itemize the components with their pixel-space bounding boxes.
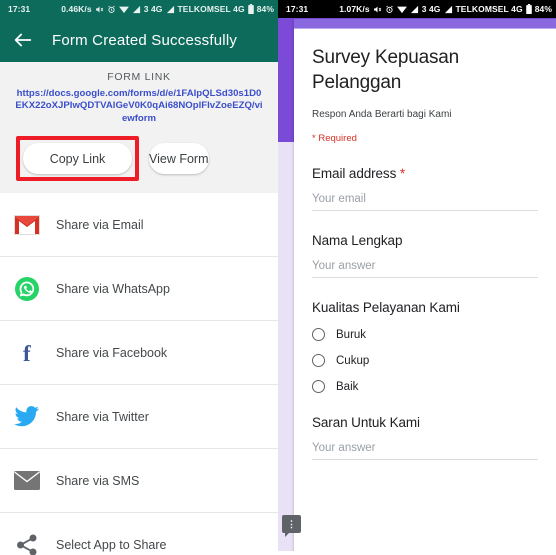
- radio-circle-icon: [312, 354, 325, 367]
- signal-icon-2: [444, 5, 453, 14]
- wifi-icon: [118, 5, 129, 14]
- required-note: * Required: [312, 133, 357, 144]
- question-label: Kualitas Pelayanan Kami: [312, 300, 460, 315]
- question-saran: Saran Untuk Kami Your answer: [312, 415, 538, 460]
- form-subtitle: Respon Anda Berarti bagi Kami: [312, 109, 452, 120]
- right-phone-screen: 17:31 1.07K/s 3 4G TELKOMSEL 4G 84% Surv…: [278, 0, 556, 555]
- page-title: Form Created Successfully: [52, 31, 238, 49]
- right-status-bar: 17:31 1.07K/s 3 4G TELKOMSEL 4G 84%: [278, 0, 556, 18]
- question-label-text: Email address: [312, 166, 397, 181]
- facebook-icon: f: [12, 338, 42, 368]
- question-label: Nama Lengkap: [312, 233, 403, 248]
- copy-link-button[interactable]: Copy Link: [23, 143, 132, 175]
- share-item-label: Share via SMS: [56, 473, 140, 488]
- feedback-dots: ⋮: [287, 518, 296, 529]
- question-email: Email address * Your email: [312, 166, 538, 211]
- view-form-wrap: View Form: [149, 143, 258, 175]
- status-net-speed: 0.46K/s: [61, 4, 92, 14]
- radio-circle-icon: [312, 380, 325, 393]
- form-card: Survey Kepuasan Pelanggan Respon Anda Be…: [294, 19, 556, 555]
- signal-icon-2: [166, 5, 175, 14]
- status-time: 17:31: [8, 4, 31, 14]
- share-nodes-icon: [12, 530, 42, 555]
- radio-circle-icon: [312, 328, 325, 341]
- share-item-whatsapp[interactable]: Share via WhatsApp: [0, 257, 278, 322]
- form-link-url[interactable]: https://docs.google.com/forms/d/e/1FAIpQ…: [10, 88, 268, 125]
- required-star: *: [399, 166, 406, 181]
- share-item-label: Share via WhatsApp: [56, 281, 170, 296]
- alarm-icon: [107, 5, 116, 14]
- question-kualitas-pelayanan: Kualitas Pelayanan Kami Buruk Cukup Baik: [312, 300, 538, 393]
- status-network-type: 3 4G: [143, 4, 163, 14]
- share-item-facebook[interactable]: f Share via Facebook: [0, 321, 278, 386]
- alarm-icon: [385, 5, 394, 14]
- question-label: Email address *: [312, 166, 538, 181]
- status-net-speed: 1.07K/s: [339, 4, 370, 14]
- battery-icon: [247, 4, 254, 14]
- radio-option-label: Cukup: [336, 354, 370, 367]
- share-item-label: Select App to Share: [56, 537, 167, 552]
- feedback-icon[interactable]: ⋮: [282, 515, 301, 537]
- share-item-sms[interactable]: Share via SMS: [0, 449, 278, 514]
- radio-option-baik[interactable]: Baik: [312, 380, 538, 393]
- share-item-label: Share via Twitter: [56, 409, 149, 424]
- status-time: 17:31: [286, 4, 309, 14]
- sms-envelope-icon: [12, 466, 42, 496]
- share-item-label: Share via Email: [56, 217, 144, 232]
- volume-icon: [373, 5, 382, 14]
- radio-option-buruk[interactable]: Buruk: [312, 328, 538, 341]
- signal-icon: [132, 5, 141, 14]
- view-form-button[interactable]: View Form: [149, 143, 209, 175]
- question-nama-lengkap: Nama Lengkap Your answer: [312, 233, 538, 278]
- share-item-twitter[interactable]: Share via Twitter: [0, 385, 278, 450]
- dual-screenshot-container: 17:31 0.46K/s 3 4G TELKOMSEL 4G 84% Form…: [0, 0, 556, 555]
- radio-option-label: Buruk: [336, 328, 367, 341]
- signal-icon: [410, 5, 419, 14]
- whatsapp-icon: [12, 274, 42, 304]
- left-status-bar: 17:31 0.46K/s 3 4G TELKOMSEL 4G 84%: [0, 0, 278, 18]
- form-link-actions: Copy Link View Form: [10, 125, 268, 193]
- share-options-list: Share via Email Share via WhatsApp f Sha…: [0, 193, 278, 555]
- status-battery: 84%: [534, 4, 552, 14]
- share-item-label: Share via Facebook: [56, 345, 168, 360]
- form-accent-bar: [294, 19, 556, 29]
- back-arrow-icon[interactable]: [12, 29, 34, 51]
- copy-link-highlight: Copy Link: [16, 136, 139, 182]
- twitter-icon: [12, 402, 42, 432]
- status-battery: 84%: [256, 4, 274, 14]
- status-carrier: TELKOMSEL 4G: [177, 4, 245, 14]
- share-item-select-app[interactable]: Select App to Share: [0, 513, 278, 555]
- wifi-icon: [396, 5, 407, 14]
- status-network-type: 3 4G: [421, 4, 441, 14]
- email-field[interactable]: Your email: [312, 193, 538, 211]
- battery-icon: [525, 4, 532, 14]
- form-link-section: FORM LINK https://docs.google.com/forms/…: [0, 62, 278, 194]
- svg-text:f: f: [23, 341, 31, 366]
- bottom-strip: [278, 551, 556, 555]
- form-link-label: FORM LINK: [107, 71, 171, 83]
- volume-icon: [95, 5, 104, 14]
- share-item-email[interactable]: Share via Email: [0, 193, 278, 258]
- radio-option-cukup[interactable]: Cukup: [312, 354, 538, 367]
- question-label: Saran Untuk Kami: [312, 415, 420, 430]
- gmail-icon: [12, 210, 42, 240]
- left-phone-screen: 17:31 0.46K/s 3 4G TELKOMSEL 4G 84% Form…: [0, 0, 278, 555]
- form-title: Survey Kepuasan Pelanggan: [312, 47, 459, 93]
- saran-field[interactable]: Your answer: [312, 442, 538, 460]
- radio-option-label: Baik: [336, 380, 359, 393]
- app-bar: Form Created Successfully: [0, 18, 278, 62]
- status-carrier: TELKOMSEL 4G: [455, 4, 523, 14]
- nama-lengkap-field[interactable]: Your answer: [312, 260, 538, 278]
